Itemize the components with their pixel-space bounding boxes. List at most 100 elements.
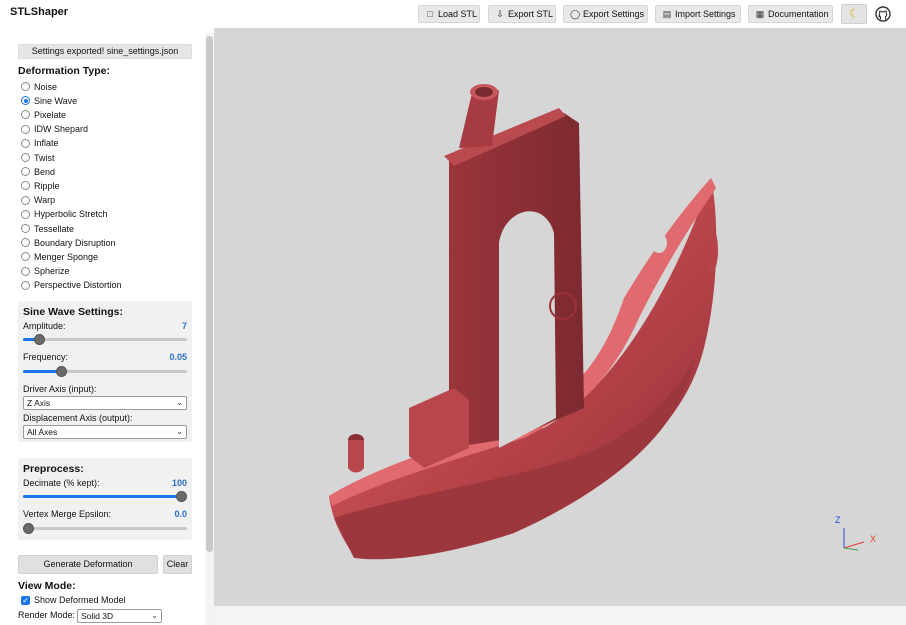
render-mode-value: Solid 3D bbox=[81, 611, 114, 621]
deformation-option-label: Ripple bbox=[34, 180, 60, 191]
radio-button[interactable] bbox=[21, 266, 30, 276]
load-stl-label: Load STL bbox=[438, 9, 478, 19]
theme-toggle-button[interactable]: ☾ bbox=[841, 4, 867, 24]
settings-sidebar: Settings exported! sine_settings.json De… bbox=[6, 33, 205, 625]
github-button[interactable] bbox=[875, 6, 891, 22]
deformation-option-label: Pixelate bbox=[34, 109, 67, 120]
decimate-label: Decimate (% kept): bbox=[23, 478, 100, 488]
view-mode-title: View Mode: bbox=[18, 580, 76, 592]
preprocess-title: Preprocess: bbox=[23, 463, 84, 475]
epsilon-slider[interactable] bbox=[23, 523, 187, 534]
deformation-option-warp[interactable]: Warp bbox=[21, 194, 55, 207]
frequency-label: Frequency: bbox=[23, 352, 69, 362]
deformation-option-label: Hyperbolic Stretch bbox=[34, 209, 108, 220]
radio-button[interactable] bbox=[21, 280, 30, 290]
sine-settings-title: Sine Wave Settings: bbox=[23, 306, 123, 318]
frequency-value: 0.05 bbox=[169, 352, 187, 362]
chevron-down-icon: ⌄ bbox=[176, 398, 183, 407]
radio-button[interactable] bbox=[21, 167, 30, 177]
sidebar-scrollbar-thumb[interactable] bbox=[206, 36, 213, 552]
chevron-down-icon: ⌄ bbox=[151, 611, 158, 620]
import-settings-button[interactable]: ▤ Import Settings bbox=[655, 5, 741, 23]
amplitude-slider[interactable] bbox=[23, 334, 187, 345]
chevron-down-icon: ⌄ bbox=[176, 427, 183, 436]
deformation-option-boundary-disruption[interactable]: Boundary Disruption bbox=[21, 236, 116, 249]
slider-knob[interactable] bbox=[176, 491, 187, 502]
radio-button[interactable] bbox=[21, 110, 30, 120]
moon-icon: ☾ bbox=[849, 8, 859, 20]
slider-knob[interactable] bbox=[23, 523, 34, 534]
radio-button[interactable] bbox=[21, 252, 30, 262]
driver-axis-value: Z Axis bbox=[27, 398, 51, 408]
generate-deformation-button[interactable]: Generate Deformation bbox=[18, 555, 158, 574]
epsilon-value: 0.0 bbox=[174, 509, 187, 519]
deformation-option-inflate[interactable]: Inflate bbox=[21, 137, 59, 150]
clear-button[interactable]: Clear bbox=[163, 555, 192, 574]
z-axis-label: Z bbox=[835, 515, 841, 525]
deformation-option-spherize[interactable]: Spherize bbox=[21, 265, 70, 278]
radio-button[interactable] bbox=[21, 96, 30, 106]
decimate-value: 100 bbox=[171, 478, 187, 488]
deformation-option-twist[interactable]: Twist bbox=[21, 151, 55, 164]
radio-button[interactable] bbox=[21, 153, 30, 162]
export-settings-button[interactable]: ◯ Export Settings bbox=[563, 5, 648, 23]
deformation-option-noise[interactable]: Noise bbox=[21, 80, 57, 93]
radio-button[interactable] bbox=[21, 195, 30, 205]
radio-button[interactable] bbox=[21, 138, 30, 148]
deformation-option-ripple[interactable]: Ripple bbox=[21, 179, 60, 192]
deformation-option-menger-sponge[interactable]: Menger Sponge bbox=[21, 250, 98, 263]
axis-gizmo: Z X bbox=[835, 515, 876, 551]
export-stl-button[interactable]: ⇩ Export STL bbox=[488, 5, 556, 23]
3d-viewport[interactable]: Z X bbox=[214, 28, 906, 606]
radio-button[interactable] bbox=[21, 209, 30, 219]
show-deformed-label: Show Deformed Model bbox=[34, 595, 126, 605]
deformation-option-hyperbolic-stretch[interactable]: Hyperbolic Stretch bbox=[21, 208, 108, 221]
deformation-option-label: Menger Sponge bbox=[34, 251, 99, 262]
deformation-option-sine-wave[interactable]: Sine Wave bbox=[21, 94, 77, 107]
slider-track bbox=[23, 338, 187, 341]
slider-track bbox=[23, 527, 187, 530]
download-icon: ⇩ bbox=[496, 9, 504, 19]
displacement-axis-select[interactable]: All Axes ⌄ bbox=[23, 425, 187, 439]
radio-button[interactable] bbox=[21, 224, 30, 233]
model-canvas[interactable]: Z X bbox=[214, 28, 906, 606]
app-header: STLShaper □ Load STL ⇩ Export STL ◯ Export … bbox=[0, 0, 906, 28]
deformation-option-idw-shepard[interactable]: IDW Shepard bbox=[21, 123, 88, 136]
show-deformed-checkbox[interactable]: ✓ bbox=[21, 596, 30, 605]
deformation-option-label: Bend bbox=[34, 166, 56, 177]
driver-axis-label: Driver Axis (input): bbox=[23, 384, 97, 394]
slider-knob[interactable] bbox=[55, 366, 67, 377]
import-settings-label: Import Settings bbox=[675, 9, 736, 19]
load-stl-button[interactable]: □ Load STL bbox=[418, 5, 480, 23]
frequency-slider[interactable] bbox=[23, 366, 187, 377]
deformation-option-label: Warp bbox=[34, 195, 56, 206]
lightbulb-icon: ◯ bbox=[570, 9, 581, 19]
book-icon: ▦ bbox=[755, 9, 765, 19]
deformation-option-label: Sine Wave bbox=[34, 95, 78, 106]
decimate-slider[interactable] bbox=[23, 491, 187, 502]
amplitude-value: 7 bbox=[181, 321, 187, 331]
driver-axis-select[interactable]: Z Axis ⌄ bbox=[23, 396, 187, 410]
deformation-option-perspective-distortion[interactable]: Perspective Distortion bbox=[21, 279, 122, 292]
slider-fill bbox=[23, 495, 187, 498]
deformation-option-pixelate[interactable]: Pixelate bbox=[21, 108, 66, 121]
amplitude-label: Amplitude: bbox=[23, 321, 66, 331]
radio-button[interactable] bbox=[21, 181, 30, 191]
documentation-label: Documentation bbox=[768, 9, 829, 19]
documentation-button[interactable]: ▦ Documentation bbox=[748, 5, 833, 23]
deformation-option-label: Noise bbox=[34, 81, 58, 92]
radio-button[interactable] bbox=[21, 238, 30, 248]
slider-knob[interactable] bbox=[34, 334, 46, 345]
deformation-option-label: IDW Shepard bbox=[34, 124, 89, 135]
app-title: STLShaper bbox=[10, 6, 69, 18]
render-mode-select[interactable]: Solid 3D ⌄ bbox=[77, 609, 162, 623]
deformation-option-label: Spherize bbox=[34, 266, 70, 277]
preprocess-panel: Preprocess: Decimate (% kept): 100 Verte… bbox=[18, 458, 192, 540]
deformation-option-tessellate[interactable]: Tessellate bbox=[21, 222, 74, 235]
radio-button[interactable] bbox=[21, 124, 30, 134]
export-settings-label: Export Settings bbox=[583, 9, 645, 19]
deformation-option-label: Twist bbox=[34, 152, 55, 163]
deformation-option-label: Inflate bbox=[34, 138, 59, 149]
radio-button[interactable] bbox=[21, 82, 30, 91]
deformation-option-bend[interactable]: Bend bbox=[21, 165, 55, 178]
